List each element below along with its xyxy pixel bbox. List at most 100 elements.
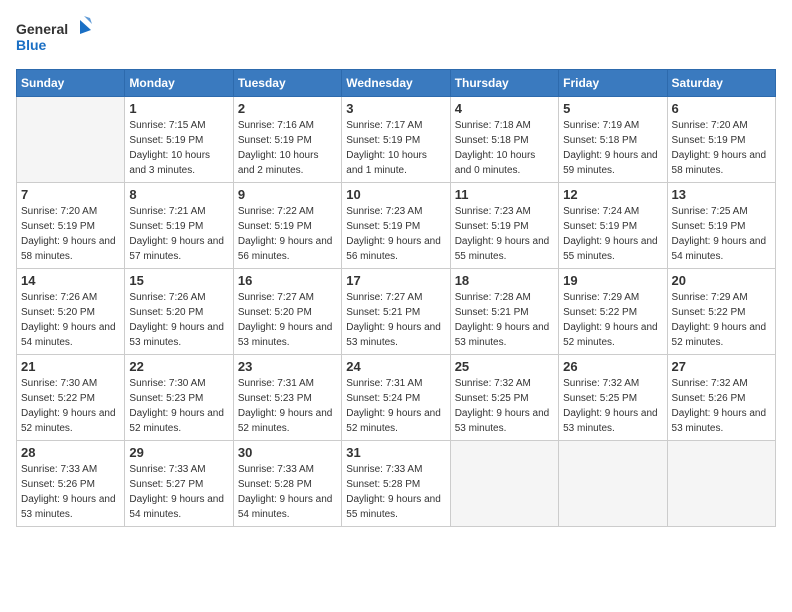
day-info: Sunrise: 7:32 AMSunset: 5:26 PMDaylight:… [672,376,771,436]
header: General Blue [16,16,776,61]
calendar-cell: 31Sunrise: 7:33 AMSunset: 5:28 PMDayligh… [342,441,450,527]
calendar-cell: 24 Sunrise: 7:31 AMSunset: 5:24 PMDayligh… [342,355,450,441]
calendar-cell: 12Sunrise: 7:24 AMSunset: 5:19 PMDayligh… [559,183,667,269]
calendar-cell [17,97,125,183]
svg-text:General: General [16,21,68,37]
day-number: 7 [21,187,120,202]
calendar-cell: 20 Sunrise: 7:29 AMSunset: 5:22 PMDayligh… [667,269,775,355]
day-info: Sunrise: 7:17 AMSunset: 5:19 PMDaylight:… [346,118,445,178]
day-number: 17 [346,273,445,288]
calendar-cell: 16 Sunrise: 7:27 AMSunset: 5:20 PMDayligh… [233,269,341,355]
day-info: Sunrise: 7:31 AMSunset: 5:24 PMDaylight:… [346,376,445,436]
calendar-cell: 28 Sunrise: 7:33 AMSunset: 5:26 PMDayligh… [17,441,125,527]
calendar-cell: 23 Sunrise: 7:31 AMSunset: 5:23 PMDayligh… [233,355,341,441]
day-info: Sunrise: 7:30 AMSunset: 5:23 PMDaylight:… [129,376,228,436]
calendar-cell: 26 Sunrise: 7:32 AMSunset: 5:25 PMDayligh… [559,355,667,441]
weekday-header: Friday [559,70,667,97]
day-info: Sunrise: 7:30 AMSunset: 5:22 PMDaylight:… [21,376,120,436]
day-info: Sunrise: 7:23 AMSunset: 5:19 PMDaylight:… [346,204,445,264]
calendar-cell: 21 Sunrise: 7:30 AMSunset: 5:22 PMDayligh… [17,355,125,441]
logo: General Blue [16,16,96,61]
day-number: 6 [672,101,771,116]
day-number: 5 [563,101,662,116]
day-info: Sunrise: 7:29 AMSunset: 5:22 PMDaylight:… [563,290,662,350]
day-info: Sunrise: 7:31 AMSunset: 5:23 PMDaylight:… [238,376,337,436]
svg-text:Blue: Blue [16,37,47,53]
day-info: Sunrise: 7:25 AMSunset: 5:19 PMDaylight:… [672,204,771,264]
day-number: 11 [455,187,554,202]
calendar-cell: 25Sunrise: 7:32 AMSunset: 5:25 PMDayligh… [450,355,558,441]
calendar-table: SundayMondayTuesdayWednesdayThursdayFrid… [16,69,776,527]
calendar-cell: 13 Sunrise: 7:25 AMSunset: 5:19 PMDayligh… [667,183,775,269]
day-number: 26 [563,359,662,374]
day-number: 29 [129,445,228,460]
day-number: 22 [129,359,228,374]
calendar-cell: 19Sunrise: 7:29 AMSunset: 5:22 PMDayligh… [559,269,667,355]
day-info: Sunrise: 7:20 AMSunset: 5:19 PMDaylight:… [672,118,771,178]
calendar-cell: 11Sunrise: 7:23 AMSunset: 5:19 PMDayligh… [450,183,558,269]
day-number: 20 [672,273,771,288]
day-number: 27 [672,359,771,374]
calendar-cell: 15 Sunrise: 7:26 AMSunset: 5:20 PMDayligh… [125,269,233,355]
day-number: 8 [129,187,228,202]
calendar-cell: 8Sunrise: 7:21 AMSunset: 5:19 PMDaylight… [125,183,233,269]
day-info: Sunrise: 7:33 AMSunset: 5:28 PMDaylight:… [238,462,337,522]
day-info: Sunrise: 7:33 AMSunset: 5:26 PMDaylight:… [21,462,120,522]
calendar-week-row: 1Sunrise: 7:15 AMSunset: 5:19 PMDaylight… [17,97,776,183]
calendar-cell: 6 Sunrise: 7:20 AMSunset: 5:19 PMDaylight… [667,97,775,183]
calendar-cell: 18 Sunrise: 7:28 AMSunset: 5:21 PMDayligh… [450,269,558,355]
day-number: 4 [455,101,554,116]
day-number: 2 [238,101,337,116]
day-info: Sunrise: 7:32 AMSunset: 5:25 PMDaylight:… [563,376,662,436]
calendar-cell: 22 Sunrise: 7:30 AMSunset: 5:23 PMDayligh… [125,355,233,441]
calendar-cell [450,441,558,527]
day-number: 15 [129,273,228,288]
weekday-header: Thursday [450,70,558,97]
day-info: Sunrise: 7:27 AMSunset: 5:20 PMDaylight:… [238,290,337,350]
day-info: Sunrise: 7:18 AMSunset: 5:18 PMDaylight:… [455,118,554,178]
day-number: 16 [238,273,337,288]
day-number: 28 [21,445,120,460]
day-number: 24 [346,359,445,374]
weekday-header: Saturday [667,70,775,97]
calendar-cell: 2 Sunrise: 7:16 AMSunset: 5:19 PMDaylight… [233,97,341,183]
calendar-cell: 10 Sunrise: 7:23 AMSunset: 5:19 PMDayligh… [342,183,450,269]
calendar-cell: 29 Sunrise: 7:33 AMSunset: 5:27 PMDayligh… [125,441,233,527]
day-info: Sunrise: 7:26 AMSunset: 5:20 PMDaylight:… [129,290,228,350]
calendar-cell: 7 Sunrise: 7:20 AMSunset: 5:19 PMDaylight… [17,183,125,269]
calendar-cell: 17 Sunrise: 7:27 AMSunset: 5:21 PMDayligh… [342,269,450,355]
day-info: Sunrise: 7:32 AMSunset: 5:25 PMDaylight:… [455,376,554,436]
day-info: Sunrise: 7:27 AMSunset: 5:21 PMDaylight:… [346,290,445,350]
day-info: Sunrise: 7:33 AMSunset: 5:27 PMDaylight:… [129,462,228,522]
calendar-week-row: 21 Sunrise: 7:30 AMSunset: 5:22 PMDayligh… [17,355,776,441]
day-info: Sunrise: 7:15 AMSunset: 5:19 PMDaylight:… [129,118,228,178]
day-info: Sunrise: 7:19 AMSunset: 5:18 PMDaylight:… [563,118,662,178]
day-number: 12 [563,187,662,202]
day-number: 9 [238,187,337,202]
day-number: 13 [672,187,771,202]
calendar-cell: 30Sunrise: 7:33 AMSunset: 5:28 PMDayligh… [233,441,341,527]
day-number: 14 [21,273,120,288]
day-info: Sunrise: 7:26 AMSunset: 5:20 PMDaylight:… [21,290,120,350]
day-info: Sunrise: 7:20 AMSunset: 5:19 PMDaylight:… [21,204,120,264]
day-number: 10 [346,187,445,202]
calendar-cell: 3Sunrise: 7:17 AMSunset: 5:19 PMDaylight… [342,97,450,183]
day-info: Sunrise: 7:29 AMSunset: 5:22 PMDaylight:… [672,290,771,350]
calendar-cell: 4 Sunrise: 7:18 AMSunset: 5:18 PMDaylight… [450,97,558,183]
day-info: Sunrise: 7:16 AMSunset: 5:19 PMDaylight:… [238,118,337,178]
day-number: 21 [21,359,120,374]
day-number: 18 [455,273,554,288]
calendar-week-row: 7 Sunrise: 7:20 AMSunset: 5:19 PMDaylight… [17,183,776,269]
calendar-cell: 27 Sunrise: 7:32 AMSunset: 5:26 PMDayligh… [667,355,775,441]
calendar-cell: 14 Sunrise: 7:26 AMSunset: 5:20 PMDayligh… [17,269,125,355]
calendar-cell [559,441,667,527]
day-info: Sunrise: 7:28 AMSunset: 5:21 PMDaylight:… [455,290,554,350]
calendar-cell: 1Sunrise: 7:15 AMSunset: 5:19 PMDaylight… [125,97,233,183]
calendar-week-row: 14 Sunrise: 7:26 AMSunset: 5:20 PMDayligh… [17,269,776,355]
weekday-header-row: SundayMondayTuesdayWednesdayThursdayFrid… [17,70,776,97]
weekday-header: Monday [125,70,233,97]
day-number: 23 [238,359,337,374]
logo-svg: General Blue [16,16,96,61]
calendar-cell: 9Sunrise: 7:22 AMSunset: 5:19 PMDaylight… [233,183,341,269]
calendar-cell [667,441,775,527]
